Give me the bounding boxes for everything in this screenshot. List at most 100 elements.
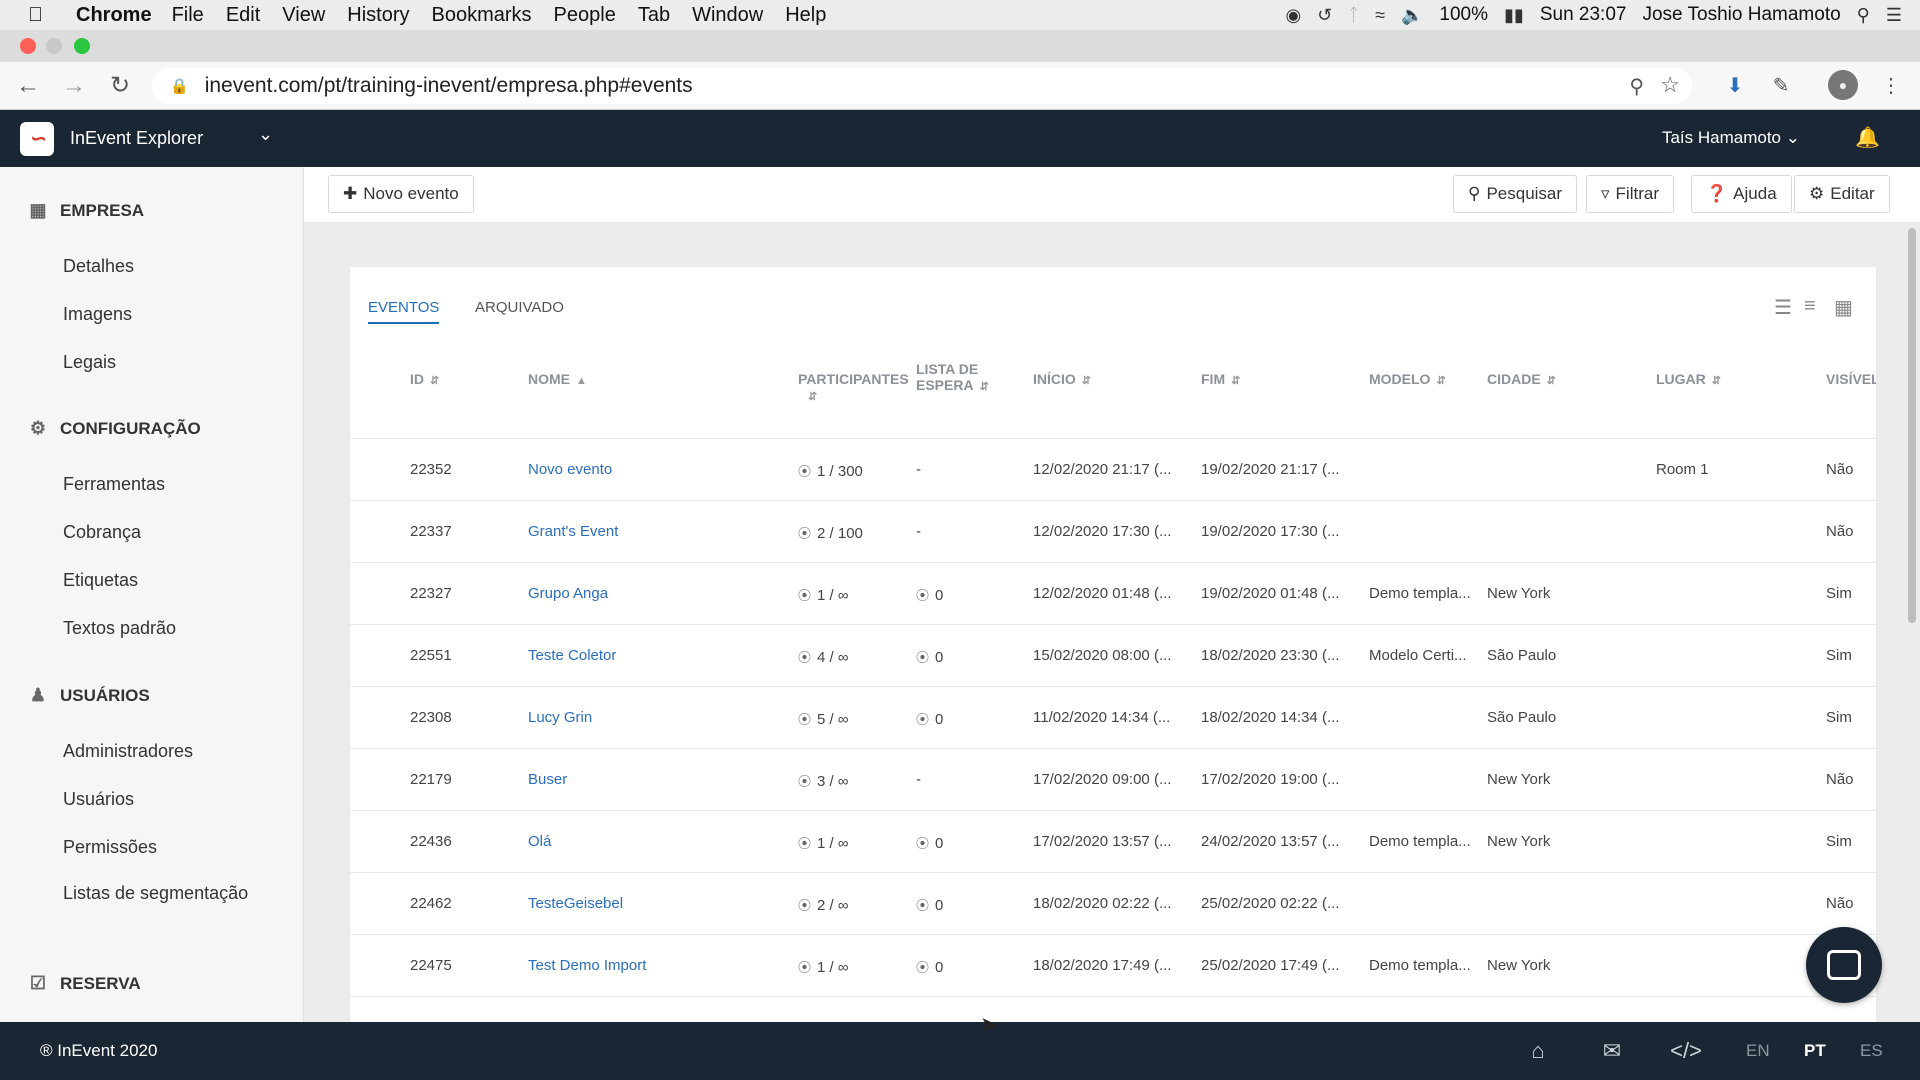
menu-view[interactable]: View	[282, 4, 325, 27]
filter-button[interactable]: ▿ Filtrar	[1586, 175, 1674, 213]
sidebar-item-detalhes[interactable]: Detalhes	[63, 255, 134, 278]
extension-icon[interactable]: ✎	[1766, 70, 1796, 100]
list-view-icon[interactable]: ☰	[1774, 295, 1792, 320]
sidebar-item-administradores[interactable]: Administradores	[63, 740, 193, 763]
table-row[interactable]: 22475 Test Demo Import ⦿ 1 / ∞ ⦿ 0 18/02/2020 …	[350, 935, 1876, 997]
table-row[interactable]: 22179 Buser ⦿ 3 / ∞ - 17/02/2020 09:00 (... 17…	[350, 749, 1876, 811]
column-header-id[interactable]: ID ⇵	[410, 371, 439, 389]
maximize-window-button[interactable]	[74, 38, 90, 54]
feedback-icon[interactable]: ✉	[1594, 1036, 1630, 1066]
tab-events[interactable]: EVENTOS	[368, 299, 440, 324]
menu-file[interactable]: File	[172, 4, 204, 27]
cell-name[interactable]: Lucy Grin	[528, 709, 592, 726]
close-window-button[interactable]	[20, 38, 36, 54]
sidebar-item-textos-padrao[interactable]: Textos padrão	[63, 617, 176, 640]
sidebar-item-listas-segmentacao[interactable]: Listas de segmentação	[63, 882, 263, 905]
grid-view-icon[interactable]: ▦	[1834, 295, 1853, 320]
user-menu[interactable]: Taís Hamamoto ⌄	[1662, 128, 1800, 148]
table-row[interactable]: 22436 Olá ⦿ 1 / ∞ ⦿ 0 17/02/2020 13:57 (... 24/…	[350, 811, 1876, 873]
sidebar-item-permissoes[interactable]: Permissões	[63, 836, 157, 859]
table-row[interactable]: 22462 TesteGeisebel ⦿ 2 / ∞ ⦿ 0 18/02/2020 02:…	[350, 873, 1876, 935]
edit-button[interactable]: ⚙ Editar	[1794, 175, 1890, 213]
table-row[interactable]: 22352 Novo evento ⦿ 1 / 300 - 12/02/2020 21:1…	[350, 439, 1876, 501]
column-header-model[interactable]: MODELO ⇵	[1369, 371, 1446, 389]
sidebar-section-reserva[interactable]: ☑ RESERVA	[26, 973, 141, 994]
column-header-city[interactable]: CIDADE ⇵	[1487, 371, 1556, 389]
column-header-visible[interactable]: VISÍVEL	[1826, 371, 1876, 387]
menu-tab[interactable]: Tab	[638, 4, 670, 27]
lang-pt[interactable]: PT	[1804, 1041, 1826, 1061]
help-button[interactable]: ❓ Ajuda	[1691, 175, 1792, 213]
cell-name[interactable]: Grant's Event	[528, 523, 618, 540]
menu-history[interactable]: History	[347, 4, 409, 27]
sidebar-item-usuarios[interactable]: Usuários	[63, 788, 134, 811]
chat-widget-button[interactable]	[1806, 927, 1882, 1003]
cell-name[interactable]: Novo evento	[528, 461, 612, 478]
search-button[interactable]: ⚲ Pesquisar	[1453, 175, 1578, 213]
bell-icon[interactable]: 🔔	[1855, 125, 1880, 150]
notification-center-icon[interactable]: ☰	[1886, 5, 1902, 26]
app-name[interactable]: InEvent Explorer	[70, 128, 203, 149]
download-extension-icon[interactable]: ⬇	[1720, 70, 1750, 100]
apple-icon[interactable]: 	[28, 4, 58, 27]
menu-people[interactable]: People	[554, 4, 616, 27]
bookmark-star-icon[interactable]: ☆	[1660, 72, 1680, 98]
cell-name[interactable]: Olá	[528, 833, 551, 850]
sidebar-section-usuarios[interactable]: ♟ USUÁRIOS	[26, 685, 150, 706]
lang-en[interactable]: EN	[1746, 1041, 1770, 1061]
table-row[interactable]: 22551 Teste Coletor ⦿ 4 / ∞ ⦿ 0 15/02/2020 08:…	[350, 625, 1876, 687]
code-icon[interactable]: </>	[1668, 1036, 1704, 1066]
battery-icon[interactable]: ▮▮	[1504, 5, 1524, 26]
sidebar-item-ferramentas[interactable]: Ferramentas	[63, 473, 165, 496]
lock-icon[interactable]: 🔒	[170, 77, 189, 95]
column-header-place[interactable]: LUGAR ⇵	[1656, 371, 1721, 389]
back-arrow-icon[interactable]: ←	[10, 68, 46, 104]
detail-list-view-icon[interactable]: ≡	[1804, 295, 1816, 318]
new-event-button[interactable]: ✚ Novo evento	[328, 175, 474, 213]
menu-bookmarks[interactable]: Bookmarks	[432, 4, 532, 27]
column-header-name[interactable]: NOME ▲	[528, 371, 587, 389]
lang-es[interactable]: ES	[1860, 1041, 1883, 1061]
url-text[interactable]: inevent.com/pt/training-inevent/empresa.…	[205, 74, 693, 98]
column-header-participants[interactable]: PARTICIPANTES ⇵	[798, 371, 909, 405]
cell-name[interactable]: Test Demo Import	[528, 957, 646, 974]
time-machine-icon[interactable]: ↺	[1317, 5, 1332, 26]
cell-name[interactable]: Buser	[528, 771, 567, 788]
minimize-window-button[interactable]	[46, 38, 62, 54]
table-row[interactable]: 22308 Lucy Grin ⦿ 5 / ∞ ⦿ 0 11/02/2020 14:34 (…	[350, 687, 1876, 749]
cell-name[interactable]: Teste Coletor	[528, 647, 616, 664]
menu-help[interactable]: Help	[785, 4, 826, 27]
menu-app-name[interactable]: Chrome	[76, 4, 152, 27]
sidebar-item-imagens[interactable]: Imagens	[63, 303, 132, 326]
clock[interactable]: Sun 23:07	[1540, 4, 1627, 26]
tab-archived[interactable]: ARQUIVADO	[475, 299, 564, 316]
os-user-name[interactable]: Jose Toshio Hamamoto	[1642, 4, 1840, 26]
sidebar-item-legais[interactable]: Legais	[63, 351, 116, 374]
address-bar[interactable]: 🔒 inevent.com/pt/training-inevent/empres…	[152, 68, 1692, 104]
sidebar-section-empresa[interactable]: ▦ EMPRESA	[26, 200, 144, 221]
cell-name[interactable]: Grupo Anga	[528, 585, 608, 602]
menu-edit[interactable]: Edit	[226, 4, 260, 27]
sidebar-section-configuracao[interactable]: ⚙ CONFIGURAÇÃO	[26, 418, 201, 439]
volume-icon[interactable]: 🔈	[1401, 5, 1423, 26]
sidebar-item-etiquetas[interactable]: Etiquetas	[63, 569, 138, 592]
zoom-icon[interactable]: ⚲	[1629, 74, 1644, 99]
sidebar-item-cobranca[interactable]: Cobrança	[63, 521, 141, 544]
inevent-logo[interactable]: ∽	[20, 121, 54, 156]
menu-window[interactable]: Window	[692, 4, 763, 27]
profile-avatar[interactable]: ●	[1828, 70, 1858, 100]
column-header-end[interactable]: FIM ⇵	[1201, 371, 1240, 389]
wifi-icon[interactable]: ≈	[1375, 5, 1385, 26]
column-header-waitlist[interactable]: LISTA DE ESPERA ⇵	[916, 361, 989, 395]
column-header-start[interactable]: INÍCIO ⇵	[1033, 371, 1091, 389]
reload-icon[interactable]: ↻	[102, 68, 138, 104]
chevron-down-icon[interactable]: ⌄	[258, 124, 273, 145]
cell-name[interactable]: TesteGeisebel	[528, 895, 623, 912]
record-icon[interactable]: ◉	[1285, 5, 1301, 26]
table-row[interactable]: 22327 Grupo Anga ⦿ 1 / ∞ ⦿ 0 12/02/2020 01:48 …	[350, 563, 1876, 625]
browser-menu-icon[interactable]: ⋮	[1876, 70, 1906, 100]
table-row[interactable]: 22337 Grant's Event ⦿ 2 / 100 - 12/02/2020 17…	[350, 501, 1876, 563]
page-scrollbar[interactable]	[1908, 228, 1916, 623]
home-icon[interactable]: ⌂	[1520, 1036, 1556, 1066]
bluetooth-icon[interactable]: ᛏ	[1348, 5, 1359, 26]
